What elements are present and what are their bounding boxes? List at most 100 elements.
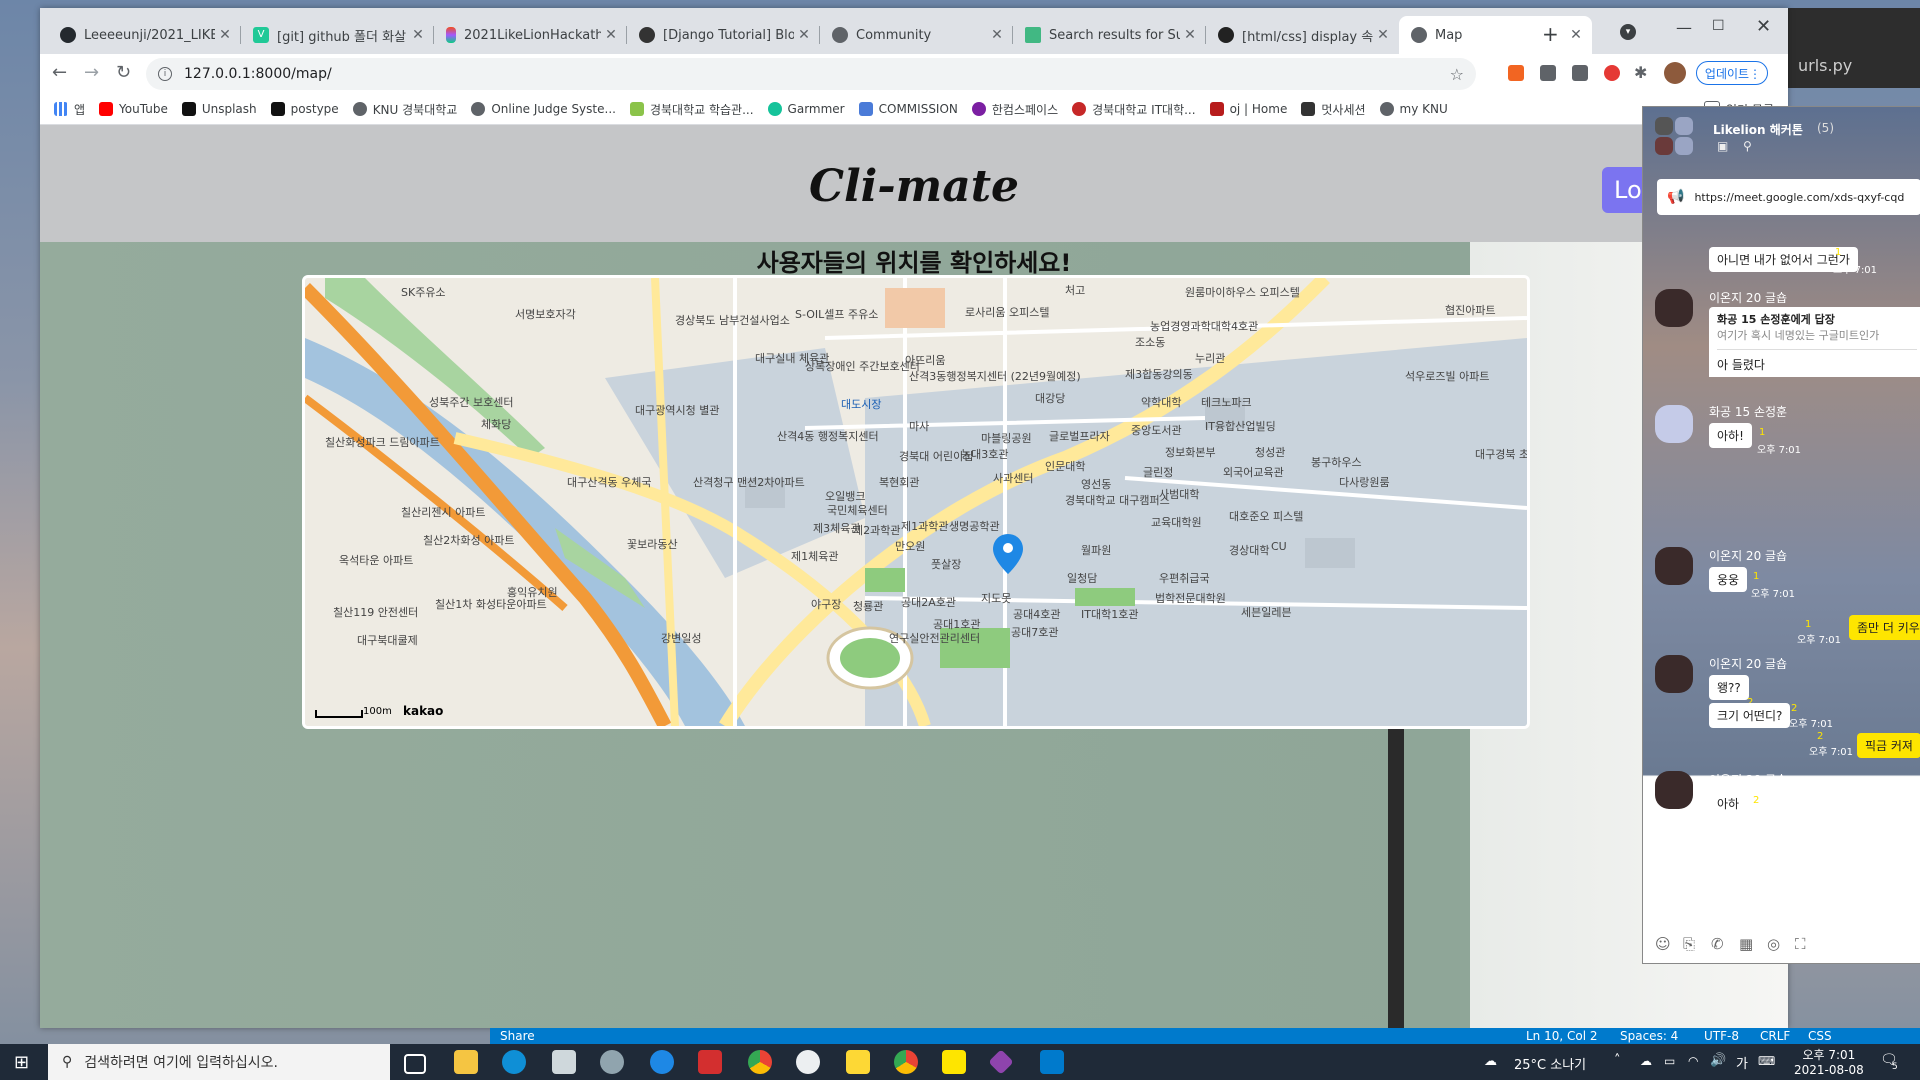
tab-search[interactable]: Search results for Sup ✕ [1013,16,1206,54]
drawer-icon[interactable]: ▣ [1717,139,1728,153]
kakao-map[interactable]: SK주유소 서명보호자각 경상북도 남부건설사업소 S-OIL셀프 주유소 로사… [302,275,1530,729]
windows-start-icon[interactable]: ⊞ [14,1052,29,1073]
bookmark-youtube[interactable]: YouTube [99,102,168,116]
tab-github[interactable]: Leeeeunji/2021_LIKELI✕ [48,16,241,54]
bookmark-label: 한컴스페이스 [991,102,1059,117]
bookmark-lion-session[interactable]: 멋사세션 [1301,101,1366,118]
close-icon[interactable]: ✕ [1566,27,1586,43]
battery-icon[interactable]: ▭ [1664,1054,1675,1068]
puzzle-icon[interactable]: ✱ [1634,63,1647,82]
calendar-icon[interactable]: ▦ [1739,935,1753,953]
close-icon[interactable]: ✕ [794,27,814,43]
close-icon[interactable]: ✕ [408,27,428,43]
bookmark-postype[interactable]: postype [270,102,339,116]
reload-icon[interactable]: ↻ [116,62,131,83]
keyboard-icon[interactable]: ⌨ [1758,1054,1775,1068]
internet-explorer-icon[interactable] [650,1050,674,1074]
map-label: 칠산1차 화성타운아파트 [435,598,547,611]
close-icon[interactable]: ✕ [215,27,235,43]
bookmark-online-judge[interactable]: Online Judge Syste... [471,102,616,116]
ime-indicator[interactable]: 가 [1736,1053,1748,1072]
line-ending[interactable]: CRLF [1760,1029,1790,1043]
bookmark-label: Garmmer [787,102,845,116]
extension-icon[interactable] [1508,65,1524,81]
info-icon[interactable]: i [158,67,172,81]
share-button[interactable]: Share [500,1029,535,1043]
task-view-icon[interactable] [404,1054,426,1074]
bookmark-unsplash[interactable]: Unsplash [181,102,257,116]
git-icon[interactable] [988,1049,1014,1075]
back-arrow-icon[interactable]: ← [52,62,67,83]
tab-tistory[interactable]: [html/css] display 속성 ✕ [1206,16,1399,54]
tab-search-icon[interactable]: ▾ [1620,24,1636,40]
forward-arrow-icon[interactable]: → [84,62,99,83]
update-button[interactable]: 업데이트 ⋮ [1696,61,1768,85]
editor-filename[interactable]: urls.py [1788,48,1920,88]
wifi-icon[interactable]: ◠ [1688,1054,1698,1068]
onedrive-icon[interactable]: ☁ [1640,1054,1652,1068]
call-icon[interactable]: ✆ [1711,935,1724,953]
avatar[interactable] [1664,62,1686,84]
bookmark-knu-it[interactable]: 경북대학교 IT대학... [1072,101,1196,118]
bookmark-my-knu[interactable]: my KNU [1379,102,1448,116]
emoji-icon[interactable]: ☺ [1655,935,1671,953]
extension-icon[interactable] [1540,65,1556,81]
star-icon[interactable]: ☆ [1450,65,1464,84]
minimize-button[interactable]: — [1676,18,1692,37]
sticky-notes-icon[interactable] [846,1050,870,1074]
paint-icon[interactable] [796,1050,820,1074]
clock[interactable]: 오후 7:01 2021-08-08 [1794,1046,1864,1077]
map-marker-icon[interactable] [993,534,1023,574]
indentation[interactable]: Spaces: 4 [1620,1029,1678,1043]
close-icon[interactable]: ✕ [1180,27,1200,43]
search-icon[interactable]: ⚲ [1743,139,1752,153]
volume-icon[interactable]: 🔊 [1710,1053,1726,1068]
chrome-active-icon[interactable] [894,1050,918,1074]
address-bar[interactable]: i 127.0.0.1:8000/map/ ☆ [146,58,1476,90]
close-window-button[interactable]: ✕ [1756,16,1771,37]
new-tab-button[interactable]: + [1542,22,1559,46]
url-text: 127.0.0.1:8000/map/ [184,66,332,82]
kakaotalk-icon[interactable] [942,1050,966,1074]
bookmark-hancom[interactable]: 한컴스페이스 [971,101,1059,118]
tab-community[interactable]: Community ✕ [820,16,1013,54]
mcafee-icon[interactable] [698,1050,722,1074]
attach-icon[interactable]: ⎘ [1683,935,1695,953]
edge-icon[interactable] [502,1050,526,1074]
close-icon[interactable]: ✕ [987,27,1007,43]
maximize-button[interactable]: ☐ [1712,18,1725,34]
tab-map[interactable]: Map ✕ [1399,16,1592,54]
tab-figma[interactable]: 2021LikeLionHackatho ✕ [434,16,627,54]
store-icon[interactable] [552,1050,576,1074]
tab-django[interactable]: [Django Tutorial] Blog ✕ [627,16,820,54]
chrome-icon[interactable] [748,1050,772,1074]
capture-icon[interactable]: ⛶ [1795,935,1806,953]
chevron-up-icon[interactable]: ˄ [1614,1053,1621,1068]
settings-gear-icon[interactable] [600,1050,624,1074]
bookmark-knu-learning[interactable]: 경북대학교 학습관... [629,101,754,118]
bookmark-oj[interactable]: oj | Home [1209,102,1287,116]
encoding[interactable]: UTF-8 [1704,1029,1739,1043]
cursor-position[interactable]: Ln 10, Col 2 [1526,1029,1598,1043]
voice-icon[interactable]: ◎ [1767,935,1780,953]
bookmark-garmmer[interactable]: Garmmer [767,102,845,116]
bookmark-knu[interactable]: KNU 경북대학교 [352,101,457,118]
bookmark-apps[interactable]: 앱 [54,101,85,118]
extension-icon[interactable] [1572,65,1588,81]
taskbar-search[interactable]: ⚲ 검색하려면 여기에 입력하십시오. [48,1044,390,1080]
close-icon[interactable]: ✕ [601,27,621,43]
weather-icon[interactable]: ☁ [1484,1054,1497,1069]
weather-text[interactable]: 25°C 소나기 [1514,1054,1586,1073]
kakao-map-logo[interactable]: kakao [403,704,443,718]
file-explorer-icon[interactable] [454,1050,478,1074]
extension-icon[interactable] [1604,65,1620,81]
site-logo[interactable]: Cli-mate [40,161,1788,212]
close-icon[interactable]: ✕ [1373,27,1393,43]
tab-velog[interactable]: V [git] github 폴더 화살 ✕ [241,16,434,54]
tistory-icon [1218,27,1234,43]
vscode-icon[interactable] [1040,1050,1064,1074]
language-mode[interactable]: CSS [1808,1029,1832,1043]
map-label: 칠산화성파크 드림아파트 [325,436,440,449]
bookmark-commission[interactable]: COMMISSION [858,102,958,116]
notice-banner[interactable]: 📢 https://meet.google.com/xds-qxyf-cqd [1657,179,1920,215]
